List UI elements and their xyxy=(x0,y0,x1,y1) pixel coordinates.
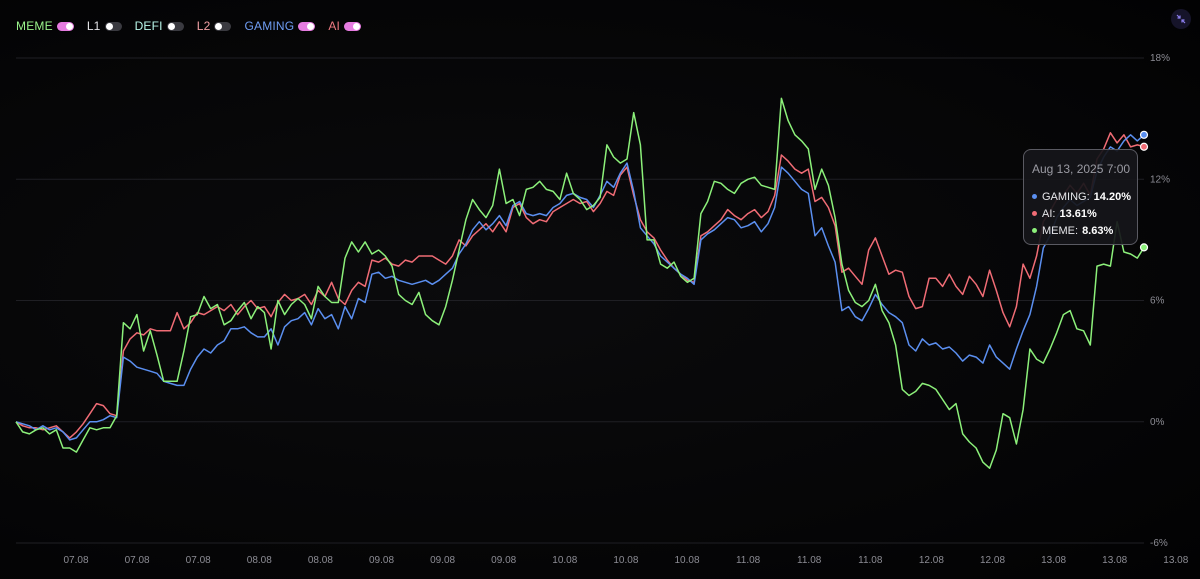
end-point-ai xyxy=(1139,142,1149,151)
x-tick-label: 10.08 xyxy=(613,555,638,566)
x-tick-label: 07.08 xyxy=(186,555,211,566)
tooltip-row: GAMING: 14.20% xyxy=(1032,188,1137,205)
x-tick-label: 07.08 xyxy=(125,555,150,566)
y-tick-label: -6% xyxy=(1150,538,1168,549)
tooltip-row: MEME: 8.63% xyxy=(1032,222,1137,239)
y-tick-label: 18% xyxy=(1150,53,1170,64)
series-line-gaming xyxy=(15,134,1145,441)
tooltip-series-name: GAMING: xyxy=(1042,190,1090,203)
x-tick-label: 12.08 xyxy=(919,555,944,566)
x-tick-label: 10.08 xyxy=(674,555,699,566)
x-tick-label: 11.08 xyxy=(858,555,883,566)
x-tick-label: 13.08 xyxy=(1163,555,1188,566)
x-tick-label: 11.08 xyxy=(797,555,822,566)
x-tick-label: 07.08 xyxy=(63,555,88,566)
end-point-gaming xyxy=(1139,130,1149,139)
chart-area: 18% 12% 6% 0% -6% 07.08 07.08 07.08 08.08 08.08 09… xyxy=(15,53,1189,566)
y-tick-label: 0% xyxy=(1150,417,1165,428)
x-tick-label: 09.08 xyxy=(369,555,394,566)
y-tick-label: 12% xyxy=(1150,174,1170,185)
tooltip-series-name: AI: xyxy=(1042,207,1056,220)
tooltip-row: AI: 13.61% xyxy=(1032,205,1137,222)
tooltip-series-value: 8.63% xyxy=(1082,224,1114,237)
x-tick-label: 08.08 xyxy=(247,555,272,566)
x-tick-label: 09.08 xyxy=(430,555,455,566)
tooltip-series-value: 13.61% xyxy=(1059,207,1097,220)
y-tick-label: 6% xyxy=(1150,296,1165,307)
x-tick-label: 12.08 xyxy=(980,555,1005,566)
tooltip-series-value: 14.20% xyxy=(1093,190,1131,203)
x-tick-label: 09.08 xyxy=(491,555,516,566)
x-tick-label: 13.08 xyxy=(1102,555,1127,566)
x-tick-label: 11.08 xyxy=(736,555,761,566)
x-tick-label: 13.08 xyxy=(1041,555,1066,566)
x-tick-label: 10.08 xyxy=(552,555,577,566)
tooltip-dot xyxy=(1032,228,1037,233)
tooltip-dot xyxy=(1032,194,1037,199)
tooltip-date: Aug 13, 2025 7:00 xyxy=(1032,162,1131,176)
x-tick-label: 08.08 xyxy=(308,555,333,566)
end-point-meme xyxy=(1139,243,1149,252)
tooltip-dot xyxy=(1032,211,1037,216)
tooltip-series-name: MEME: xyxy=(1042,224,1079,237)
series-line-ai xyxy=(15,132,1145,439)
tooltip: Aug 13, 2025 7:00 GAMING: 14.20% AI: 13.… xyxy=(1023,149,1138,245)
